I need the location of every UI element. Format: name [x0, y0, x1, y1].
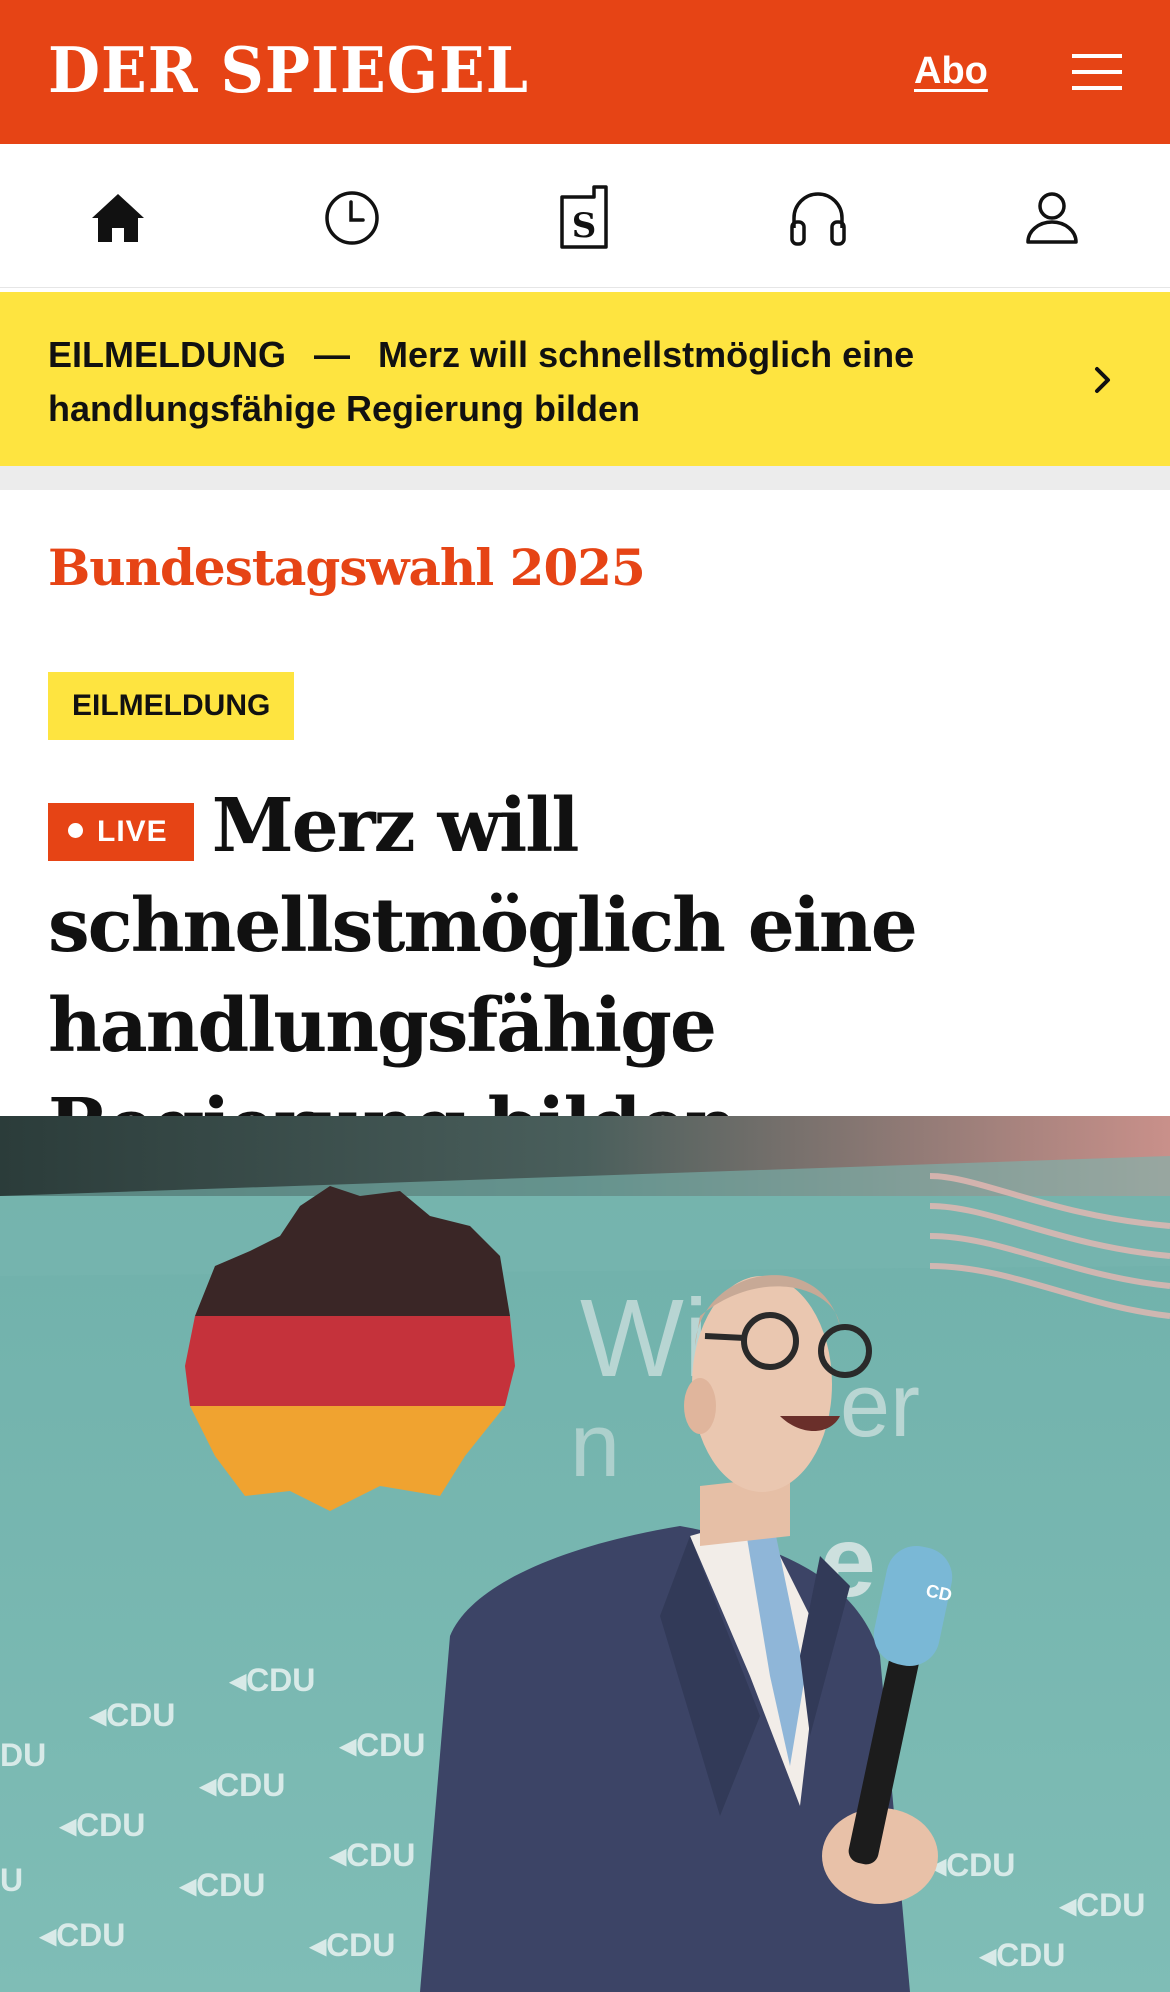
top-bar: DER SPIEGEL Abo	[0, 0, 1170, 144]
svg-text:◂CDU: ◂CDU	[308, 1927, 395, 1963]
svg-text:◂CDU: ◂CDU	[1058, 1887, 1145, 1923]
section-divider	[0, 466, 1170, 490]
headphones-icon[interactable]	[780, 180, 856, 256]
icon-navigation: S	[0, 144, 1170, 288]
clock-icon[interactable]	[314, 180, 390, 256]
svg-text:Wi: Wi	[580, 1277, 708, 1400]
svg-text:◂CDU: ◂CDU	[178, 1867, 265, 1903]
live-badge: LIVE	[48, 803, 194, 861]
svg-text:◂CDU: ◂CDU	[338, 1727, 425, 1763]
svg-text:◂CDU: ◂CDU	[928, 1847, 1015, 1883]
breaking-news-banner[interactable]: EILMELDUNG — Merz will schnellstmöglich …	[0, 292, 1170, 466]
hero-image[interactable]: Wi er n e ◂CDU ◂CDU ◂CDU DU ◂CDU ◂CDU ◂C…	[0, 1116, 1170, 1992]
svg-text:n: n	[570, 1396, 620, 1496]
svg-text:◂CDU: ◂CDU	[228, 1662, 315, 1698]
svg-text:◂CDU: ◂CDU	[198, 1767, 285, 1803]
svg-text:U: U	[0, 1862, 23, 1898]
live-dot-icon	[68, 823, 83, 838]
spiegel-plus-icon[interactable]: S	[546, 180, 622, 256]
svg-text:◂CDU: ◂CDU	[88, 1697, 175, 1733]
svg-text:◂CDU: ◂CDU	[58, 1807, 145, 1843]
svg-text:◂CDU: ◂CDU	[978, 1937, 1065, 1973]
breaking-dash: —	[314, 334, 351, 375]
svg-text:◂CDU: ◂CDU	[328, 1837, 415, 1873]
hamburger-menu-icon[interactable]	[1072, 52, 1122, 92]
chevron-right-icon[interactable]	[1092, 364, 1114, 401]
breaking-news-text: EILMELDUNG — Merz will schnellstmöglich …	[48, 328, 1008, 436]
live-label: LIVE	[97, 815, 168, 848]
spiegel-logo[interactable]: DER SPIEGEL	[48, 36, 529, 105]
breaking-label: EILMELDUNG	[48, 334, 286, 375]
svg-text:◂CDU: ◂CDU	[38, 1917, 125, 1953]
abo-link[interactable]: Abo	[914, 50, 988, 93]
svg-text:S: S	[572, 206, 597, 246]
svg-text:DU: DU	[0, 1737, 46, 1773]
breaking-badge: EILMELDUNG	[48, 672, 295, 740]
user-icon[interactable]	[1014, 180, 1090, 256]
home-icon[interactable]	[80, 180, 156, 256]
section-kicker[interactable]: Bundestagswahl 2025	[48, 538, 646, 597]
